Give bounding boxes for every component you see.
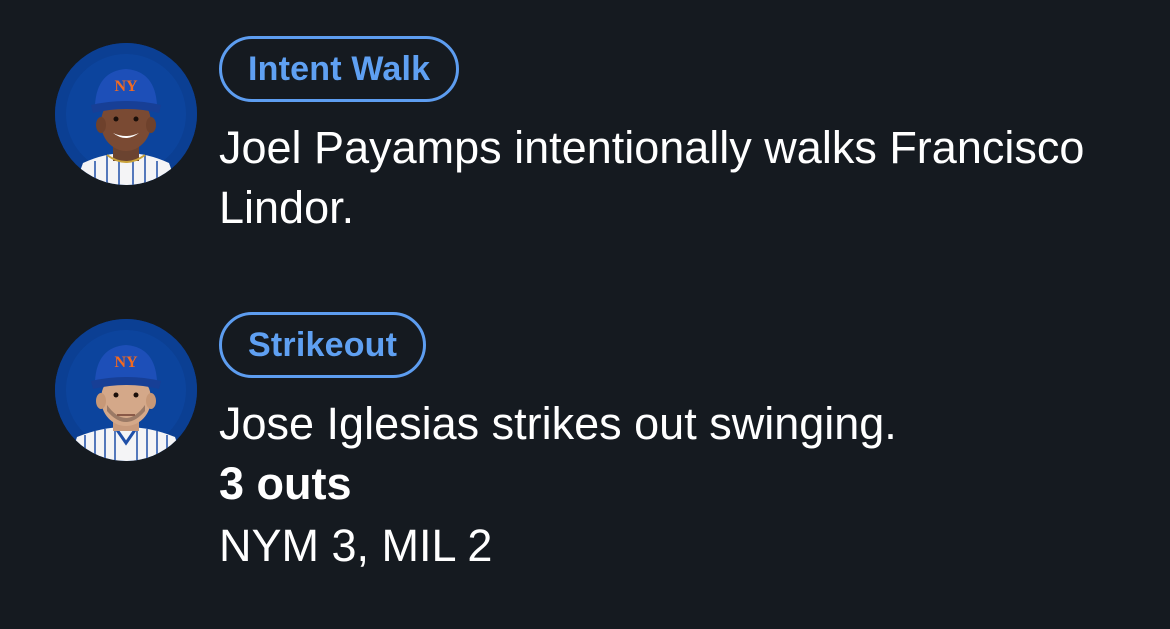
event-type-badge[interactable]: Strikeout: [219, 312, 427, 378]
player-headshot-icon: NY: [55, 319, 197, 461]
player-avatar[interactable]: NY: [55, 43, 197, 185]
event-type-badge[interactable]: Intent Walk: [219, 36, 460, 102]
play-description: Joel Payamps intentionally walks Francis…: [219, 122, 1085, 233]
play-by-play-feed: NY Intent Walk Joel Payamps intentionall…: [0, 0, 1170, 629]
svg-text:NY: NY: [114, 78, 138, 95]
score-line: NYM 3, MIL 2: [219, 520, 493, 571]
svg-text:NY: NY: [114, 354, 138, 371]
player-avatar[interactable]: NY: [55, 319, 197, 461]
play-description: Jose Iglesias strikes out swinging.: [219, 398, 897, 449]
player-headshot-icon: NY: [55, 43, 197, 185]
outs-count: 3 outs: [219, 458, 352, 509]
